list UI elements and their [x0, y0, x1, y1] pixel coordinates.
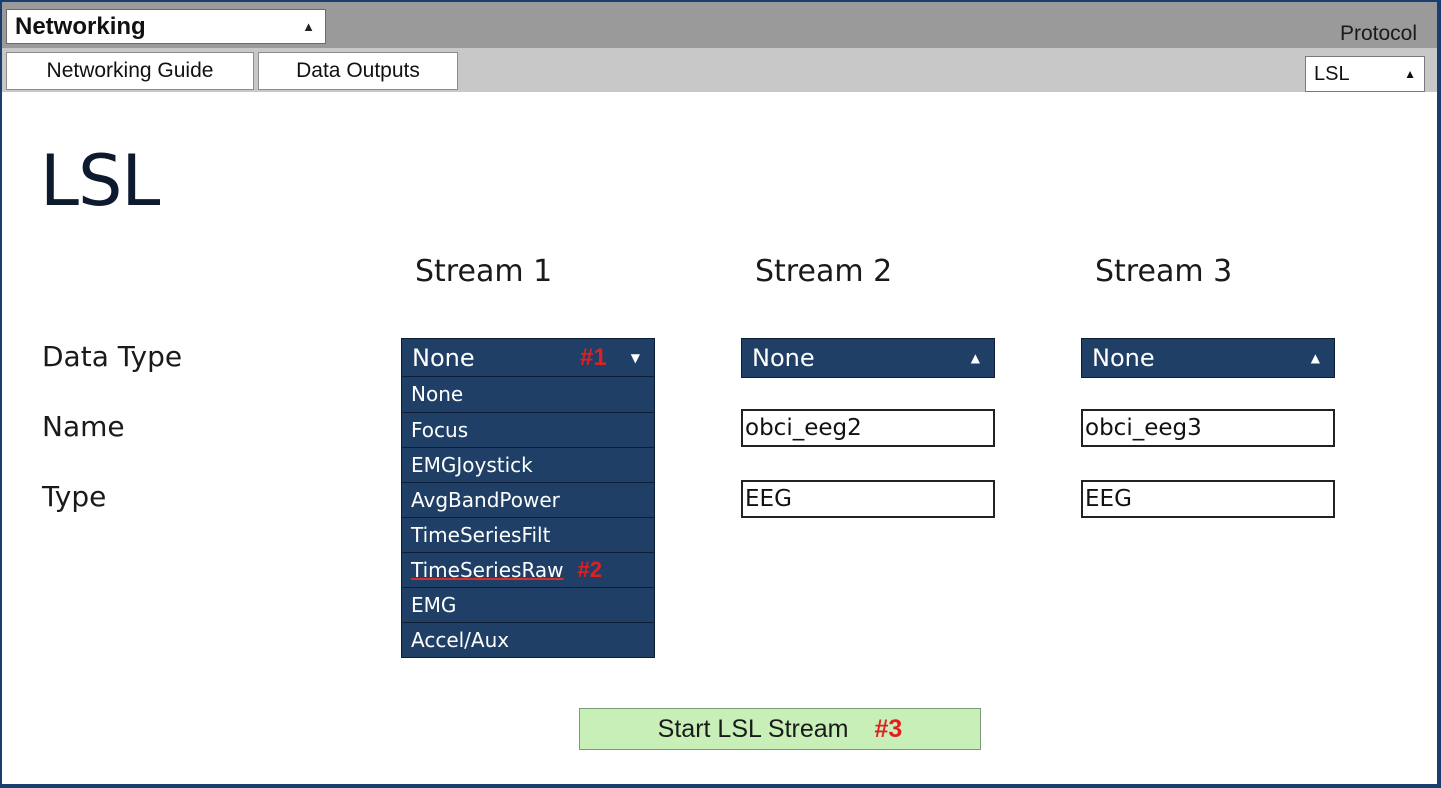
- caret-up-icon: ▲: [1404, 67, 1416, 81]
- protocol-label: Protocol: [1339, 22, 1417, 45]
- option-label: None: [411, 382, 464, 406]
- networking-guide-button[interactable]: Networking Guide: [6, 52, 254, 90]
- start-lsl-stream-button[interactable]: Start LSL Stream #3: [579, 708, 981, 750]
- caret-up-icon: ▲: [302, 19, 315, 34]
- data-outputs-button[interactable]: Data Outputs: [258, 52, 458, 90]
- dropdown-value: None: [752, 344, 815, 372]
- caret-down-icon: ▼: [630, 351, 640, 365]
- option-label: TimeSeriesFilt: [411, 523, 551, 547]
- option-label: EMGJoystick: [411, 453, 533, 477]
- stream-2-header: Stream 2: [755, 254, 893, 289]
- stream-2-type-field[interactable]: EEG: [741, 480, 995, 518]
- widget-selector-value: Networking: [15, 13, 146, 40]
- type-label: Type: [42, 480, 107, 513]
- option-timeseriesraw[interactable]: TimeSeriesRaw #2: [402, 552, 654, 587]
- option-label: AvgBandPower: [411, 488, 560, 512]
- stream-3-type-field[interactable]: EEG: [1081, 480, 1335, 518]
- option-focus[interactable]: Focus: [402, 412, 654, 447]
- stream-2-data-type-dropdown[interactable]: None ▲: [741, 338, 995, 378]
- annotation-1: #1: [580, 344, 607, 371]
- stream-1-data-type-dropdown[interactable]: None #1 ▼: [401, 338, 655, 378]
- stream-3-name-field[interactable]: obci_eeg3: [1081, 409, 1335, 447]
- dropdown-value: None: [412, 344, 475, 372]
- networking-widget: Networking ▲ Protocol Networking Guide D…: [2, 2, 1437, 784]
- option-timeseriesfilt[interactable]: TimeSeriesFilt: [402, 517, 654, 552]
- option-label: TimeSeriesRaw: [411, 558, 564, 582]
- stream-1-data-type-list: None Focus EMGJoystick AvgBandPower Time…: [401, 376, 655, 658]
- dropdown-value: None: [1092, 344, 1155, 372]
- caret-up-icon: ▲: [970, 351, 980, 365]
- annotation-3: #3: [874, 715, 903, 743]
- start-button-label: Start LSL Stream: [657, 715, 849, 743]
- page-title: LSL: [40, 140, 160, 222]
- stream-2-name-field[interactable]: obci_eeg2: [741, 409, 995, 447]
- annotation-2: #2: [577, 557, 603, 582]
- option-avgbandpower[interactable]: AvgBandPower: [402, 482, 654, 517]
- widget-nav-bar: Networking Guide Data Outputs LSL ▲: [2, 48, 1437, 92]
- option-label: Accel/Aux: [411, 628, 510, 652]
- stream-1-header: Stream 1: [415, 254, 553, 289]
- option-label: EMG: [411, 593, 457, 617]
- option-none[interactable]: None: [402, 377, 654, 412]
- widget-title-bar: Networking ▲ Protocol: [2, 2, 1437, 48]
- caret-up-icon: ▲: [1310, 351, 1320, 365]
- option-emg[interactable]: EMG: [402, 587, 654, 622]
- protocol-dropdown-value: LSL: [1314, 63, 1350, 85]
- option-label: Focus: [411, 418, 469, 442]
- data-type-label: Data Type: [42, 340, 183, 373]
- name-label: Name: [42, 410, 125, 443]
- stream-3-data-type-dropdown[interactable]: None ▲: [1081, 338, 1335, 378]
- stream-3-header: Stream 3: [1095, 254, 1233, 289]
- option-accel-aux[interactable]: Accel/Aux: [402, 622, 654, 657]
- protocol-dropdown[interactable]: LSL ▲: [1305, 56, 1425, 92]
- option-emgjoystick[interactable]: EMGJoystick: [402, 447, 654, 482]
- widget-selector[interactable]: Networking ▲: [6, 9, 326, 44]
